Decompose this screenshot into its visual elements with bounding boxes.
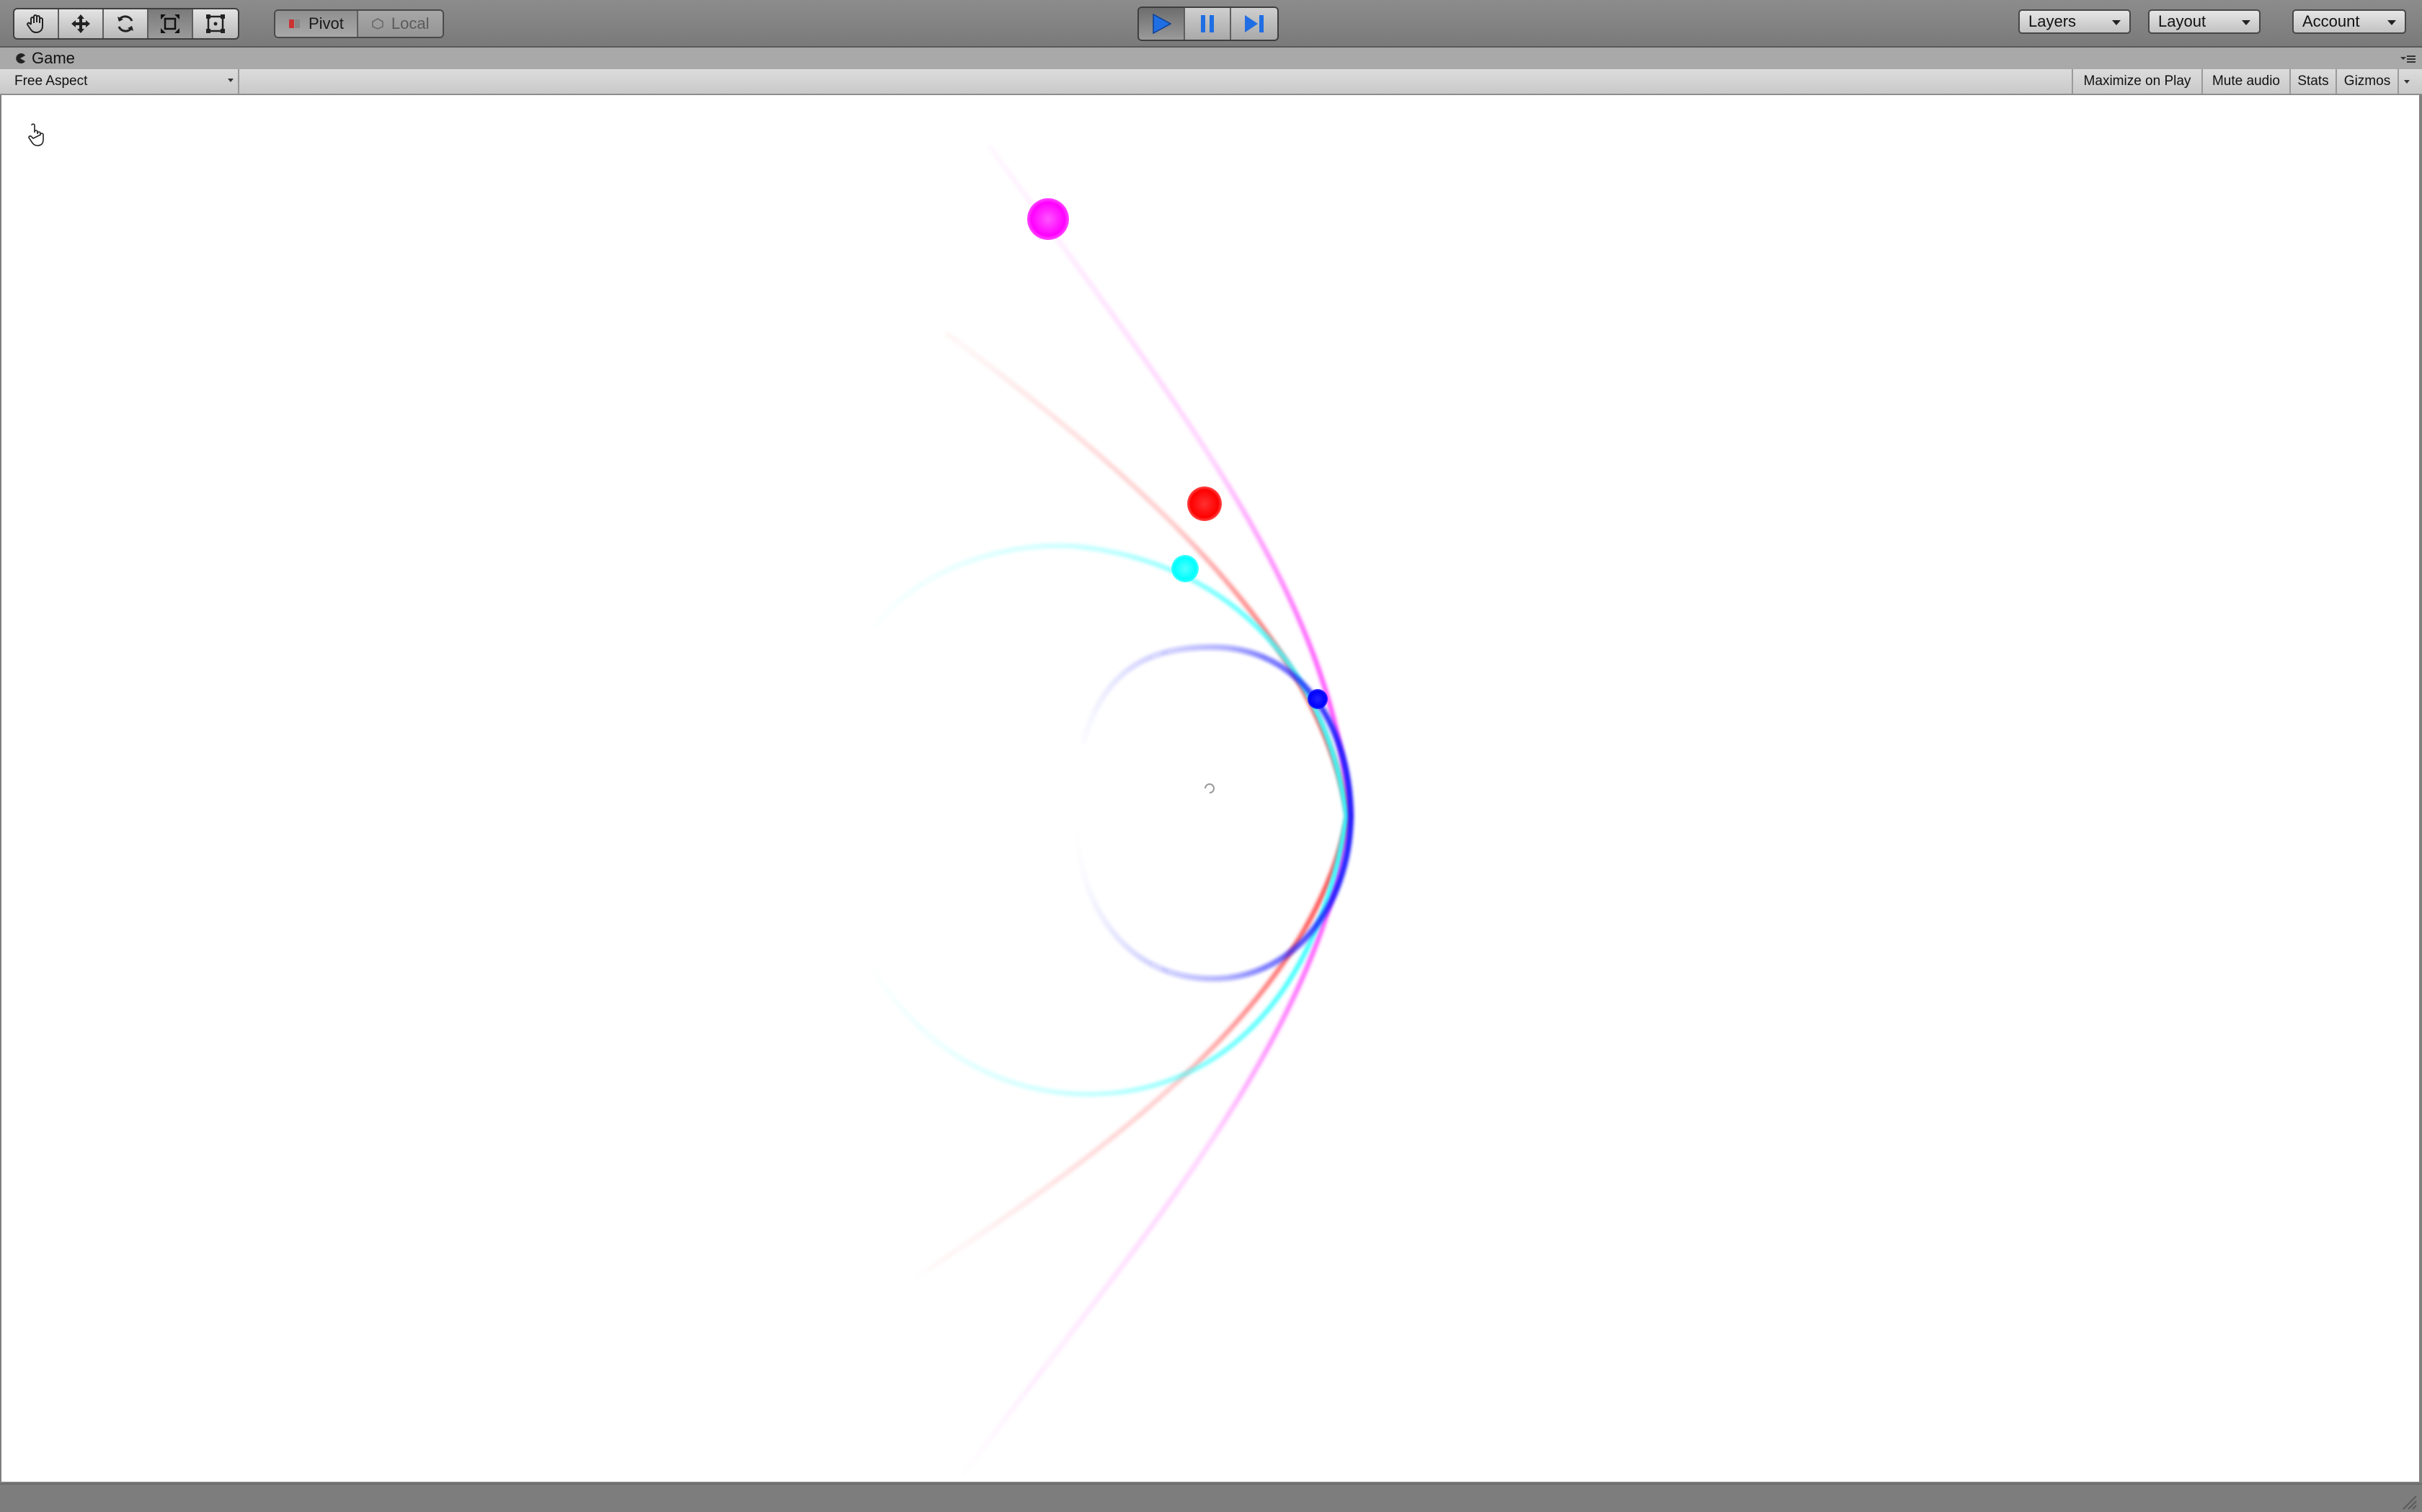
main-toolbar: Pivot Local Layers Layout Account (0, 0, 2422, 48)
stats-button[interactable]: Stats (2289, 69, 2336, 94)
tab-game[interactable]: Game (0, 48, 2422, 69)
pause-icon (1201, 15, 1214, 32)
cyan-trail (864, 543, 1349, 1097)
local-button[interactable]: Local (356, 11, 443, 37)
orbit-scene (28, 123, 1354, 1481)
layout-dropdown[interactable]: Layout (2148, 9, 2261, 34)
status-bar (0, 1483, 2422, 1512)
move-tool-button[interactable] (59, 9, 104, 38)
gizmos-menu-button[interactable] (2397, 69, 2415, 94)
chevron-down-icon (2112, 20, 2121, 25)
focus-marker (1205, 783, 1215, 793)
unity-editor: Pivot Local Layers Layout Account Game F… (0, 0, 2422, 1512)
tab-menu-icon[interactable] (2399, 52, 2416, 65)
stats-label: Stats (2297, 74, 2329, 89)
play-icon (1153, 13, 1172, 35)
rect-transform-icon (206, 14, 225, 33)
hand-icon (27, 14, 43, 34)
maximize-on-play-button[interactable]: Maximize on Play (2072, 69, 2201, 94)
pivot-icon (289, 19, 300, 28)
cyan-orb (1171, 555, 1199, 582)
rotate-tool-button[interactable] (104, 9, 148, 38)
blue-orb (1308, 689, 1328, 709)
scale-icon (161, 14, 179, 33)
pivot-toggle-group: Pivot Local (274, 9, 444, 38)
game-tab-bar: Game (0, 48, 2422, 69)
pause-button[interactable] (1185, 8, 1231, 40)
move-arrows-icon (71, 14, 90, 33)
red-orb (1187, 486, 1222, 521)
pivot-label: Pivot (309, 14, 344, 32)
game-view-icon (16, 53, 25, 63)
local-label: Local (391, 14, 430, 32)
gizmos-label: Gizmos (2343, 74, 2391, 89)
layout-label: Layout (2158, 12, 2206, 30)
rect-tool-button[interactable] (193, 9, 238, 38)
chevron-down-icon (2387, 20, 2396, 25)
aspect-dropdown[interactable]: Free Aspect (7, 71, 238, 92)
scale-tool-button[interactable] (148, 9, 193, 38)
game-view-toolbar: Free Aspect Maximize on Play Mute audio … (0, 69, 2422, 95)
red-trail (908, 331, 1351, 1284)
mute-label: Mute audio (2212, 74, 2280, 89)
layers-label: Layers (2028, 12, 2077, 30)
transform-tools (13, 8, 239, 40)
local-icon (372, 18, 383, 30)
account-dropdown[interactable]: Account (2292, 9, 2406, 34)
step-icon (1245, 15, 1264, 32)
layers-dropdown[interactable]: Layers (2018, 9, 2131, 34)
magenta-trail (958, 143, 1352, 1481)
resize-grip-icon[interactable] (2397, 1490, 2418, 1511)
mute-audio-button[interactable]: Mute audio (2201, 69, 2289, 94)
pivot-button[interactable]: Pivot (275, 11, 357, 37)
rotate-icon (117, 15, 133, 32)
magenta-orb (1027, 198, 1069, 240)
pointer-hand-icon (28, 123, 44, 146)
toolbar-divider (238, 69, 239, 94)
account-label: Account (2302, 12, 2360, 30)
tab-game-label: Game (32, 49, 75, 67)
step-button[interactable] (1231, 8, 1277, 40)
aspect-label: Free Aspect (14, 74, 88, 89)
playback-controls (1137, 6, 1279, 41)
hand-tool-button[interactable] (14, 9, 59, 38)
gizmos-button[interactable]: Gizmos (2336, 69, 2397, 94)
chevron-down-icon (2404, 79, 2410, 84)
maximize-label: Maximize on Play (2083, 74, 2191, 89)
chevron-down-icon (228, 79, 234, 82)
chevron-down-icon (2242, 20, 2250, 25)
play-button[interactable] (1139, 8, 1185, 40)
game-viewport[interactable] (1, 95, 2419, 1482)
